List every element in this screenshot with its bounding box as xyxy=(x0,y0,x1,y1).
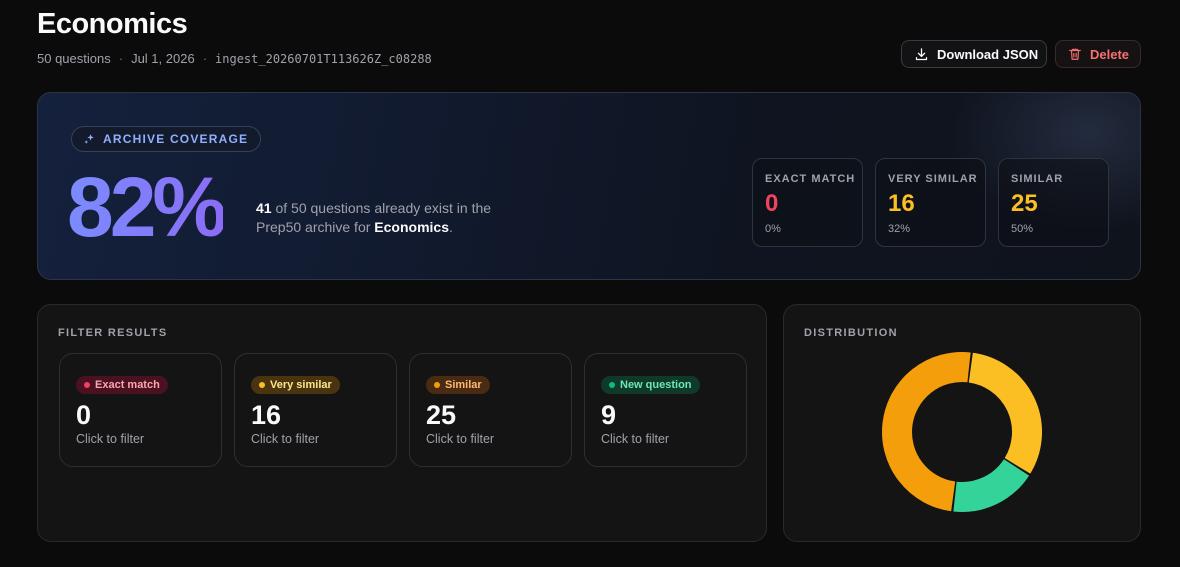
delete-label: Delete xyxy=(1090,46,1130,62)
coverage-count: 41 xyxy=(256,200,272,216)
filter-card-exact-match[interactable]: Exact match 0 Click to filter xyxy=(59,353,222,467)
meta-separator: · xyxy=(202,51,208,66)
archive-coverage-badge-label: ARCHIVE COVERAGE xyxy=(103,132,249,146)
status-pill: Similar xyxy=(426,376,490,394)
stat-similar: SIMILAR 25 50% xyxy=(998,158,1109,247)
status-pill: Exact match xyxy=(76,376,168,394)
download-icon xyxy=(915,47,928,60)
filter-count: 9 xyxy=(601,400,617,430)
page-title: Economics xyxy=(37,8,188,40)
question-count: 50 questions xyxy=(37,51,111,66)
filter-count: 16 xyxy=(251,400,282,430)
stat-percent: 32% xyxy=(888,223,911,235)
status-dot xyxy=(609,382,615,388)
pill-label: Similar xyxy=(445,379,482,391)
stat-exact-match: EXACT MATCH 0 0% xyxy=(752,158,863,247)
archive-coverage-card: ARCHIVE COVERAGE 82% 41 of 50 questions … xyxy=(37,92,1141,280)
filter-card-very-similar[interactable]: Very similar 16 Click to filter xyxy=(234,353,397,467)
trash-icon xyxy=(1069,48,1081,60)
coverage-description: 41 of 50 questions already exist in the … xyxy=(256,199,506,237)
stat-value: 0 xyxy=(765,190,779,217)
donut-segment-very-similar xyxy=(968,352,1042,474)
status-dot xyxy=(259,382,265,388)
stat-label: VERY SIMILAR xyxy=(888,173,978,185)
stat-percent: 50% xyxy=(1011,223,1034,235)
pill-label: Very similar xyxy=(270,379,332,391)
stat-value: 25 xyxy=(1011,190,1038,217)
filter-results-title: FILTER RESULTS xyxy=(58,327,168,339)
stat-label: SIMILAR xyxy=(1011,173,1064,185)
donut-segment-similar xyxy=(882,352,971,512)
filter-hint: Click to filter xyxy=(601,432,670,446)
coverage-subject: Economics xyxy=(374,219,449,235)
sparkle-icon xyxy=(84,133,94,144)
status-dot xyxy=(84,382,90,388)
meta-separator: · xyxy=(118,51,124,66)
coverage-percent: 82% xyxy=(67,157,227,257)
stat-label: EXACT MATCH xyxy=(765,173,856,185)
page-meta: 50 questions · Jul 1, 2026 · ingest_2026… xyxy=(37,51,432,66)
archive-coverage-badge: ARCHIVE COVERAGE xyxy=(71,126,262,152)
filter-count: 0 xyxy=(76,400,92,430)
filter-count: 25 xyxy=(426,400,457,430)
ingest-date: Jul 1, 2026 xyxy=(131,51,195,66)
status-pill: Very similar xyxy=(251,376,340,394)
distribution-donut-chart xyxy=(882,352,1042,512)
filter-hint: Click to filter xyxy=(251,432,320,446)
delete-button[interactable]: Delete xyxy=(1055,40,1141,68)
download-json-label: Download JSON xyxy=(937,46,1039,62)
filter-hint: Click to filter xyxy=(76,432,145,446)
status-pill: New question xyxy=(601,376,700,394)
stat-very-similar: VERY SIMILAR 16 32% xyxy=(875,158,986,247)
download-json-button[interactable]: Download JSON xyxy=(901,40,1047,68)
distribution-panel: DISTRIBUTION xyxy=(783,304,1141,542)
pill-label: New question xyxy=(620,379,692,391)
pill-label: Exact match xyxy=(95,379,160,391)
ingest-id: ingest_20260701T113626Z_c08288 xyxy=(215,51,432,66)
coverage-text-end: . xyxy=(449,219,453,235)
status-dot xyxy=(434,382,440,388)
stat-value: 16 xyxy=(888,190,915,217)
filter-card-similar[interactable]: Similar 25 Click to filter xyxy=(409,353,572,467)
filter-results-panel: FILTER RESULTS Exact match 0 Click to fi… xyxy=(37,304,767,542)
stat-percent: 0% xyxy=(765,223,781,235)
filter-hint: Click to filter xyxy=(426,432,495,446)
filter-card-new-question[interactable]: New question 9 Click to filter xyxy=(584,353,747,467)
donut-segment-new-question xyxy=(953,458,1030,512)
